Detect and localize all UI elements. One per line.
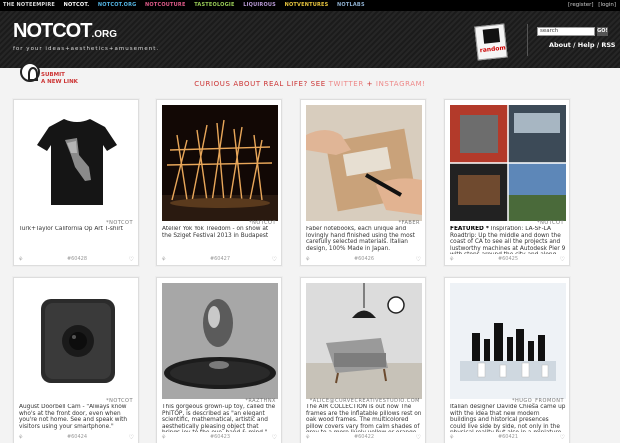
comment-icon[interactable]: ♡ [416,434,421,441]
post-description[interactable]: FEATURED * Inspiration: LA-SF-LA Roadtri… [450,226,566,254]
post-text: Faber notebooks, each unique and lovingl… [306,226,415,252]
banner-plus: + [366,80,374,88]
random-label: random [479,44,507,55]
post-text: Turk+Taylor California Op Art T-shirt [19,226,123,232]
post-text: Atelier Yok Yok Treedom - on show at the… [162,226,269,239]
site-logo[interactable]: NOTCOT.ORG [13,21,117,45]
nav-link-liquirous[interactable]: LIQUIROUS [243,2,276,8]
post-card[interactable]: *NOTCOT Turk+Taylor California Op Art T-… [13,99,139,266]
nav-link-noteempire[interactable]: THE NOTEEMPIRE [3,2,55,8]
post-description[interactable]: The AIR COLLECTION is out now The frames… [306,404,422,432]
post-card[interactable]: *NOTCOT August Doorbell Cam - "Always kn… [13,277,139,443]
instagram-link[interactable]: INSTAGRAM! [376,80,426,88]
post-number[interactable]: #60425 [445,256,571,262]
post-text: The AIR COLLECTION is out now The frames… [306,404,422,432]
site-tagline: for your ideas+aesthetics+amusement. [13,46,160,52]
network-nav: THE NOTEEMPIRE NOTCOT. NOTCOT.ORG NOTCOU… [3,2,372,9]
post-description[interactable]: Turk+Taylor California Op Art T-shirt [19,226,135,254]
roadtrip-image[interactable] [450,105,566,221]
nav-link-tasteologie[interactable]: TASTEOLOGIE [194,2,234,8]
nav-link-notcot[interactable]: NOTCOT. [64,2,90,8]
account-links: [register] [login] [565,1,616,9]
register-link[interactable]: [register] [568,2,594,8]
post-description[interactable]: Italian designer Davide Chiesa came up w… [450,404,566,432]
comment-icon[interactable]: ♡ [272,434,277,441]
post-text: This gorgeous grown-up toy, called the P… [162,404,276,432]
logo-suffix: .ORG [91,29,117,40]
post-card[interactable]: *NOTCOT FEATURED * Inspiration: LA-SF-LA… [444,99,570,266]
search-input[interactable]: search [537,27,595,36]
post-card[interactable]: *HUGO_FROMONT Italian designer Davide Ch… [444,277,570,443]
post-number[interactable]: #60423 [157,434,283,440]
post-card[interactable]: *NOTCOT Atelier Yok Yok Treedom - on sho… [156,99,282,266]
post-number[interactable]: #60421 [445,434,571,440]
post-number[interactable]: #60427 [157,256,283,262]
post-number[interactable]: #60426 [301,256,427,262]
post-description[interactable]: This gorgeous grown-up toy, called the P… [162,404,278,432]
login-link[interactable]: [login] [598,2,616,8]
search-go-button[interactable]: GO! [597,27,608,36]
comment-icon[interactable]: ♡ [416,256,421,263]
comment-icon[interactable]: ♡ [272,256,277,263]
post-text: August Doorbell Cam - "Always know who's… [19,404,128,430]
comment-icon[interactable]: ♡ [560,256,565,263]
post-text: Italian designer Davide Chiesa came up w… [450,404,566,432]
comment-icon[interactable]: ♡ [129,256,134,263]
random-button[interactable]: random [474,23,508,61]
submit-line-1: SUBMIT [41,72,65,78]
logo-text: NOTCOT [13,20,92,42]
tshirt-image[interactable] [19,105,135,221]
post-description[interactable]: August Doorbell Cam - "Always know who's… [19,404,135,432]
phitop-image[interactable] [162,283,278,399]
camera-icon [482,28,501,44]
post-card[interactable]: *ALICE@CURVECREATIVESTUDIO.COM The AIR C… [300,277,426,443]
doorbell-image[interactable] [19,283,135,399]
featured-label: FEATURED * [450,226,489,232]
post-number[interactable]: #60424 [14,434,140,440]
post-number[interactable]: #60422 [301,434,427,440]
about-help-rss-links[interactable]: About / Help / RSS [549,41,616,49]
notebook-image[interactable] [306,105,422,221]
comment-icon[interactable]: ♡ [560,434,565,441]
nav-link-notcouture[interactable]: NOTCOUTURE [145,2,186,8]
nav-link-notcot-org[interactable]: NOTCOT.ORG [98,2,137,8]
chair-image[interactable] [306,283,422,399]
banner-question: CURIOUS ABOUT REAL LIFE? SEE [194,80,326,88]
post-card[interactable]: *FABER Faber notebooks, each unique and … [300,99,426,266]
nav-link-notlabs[interactable]: NOTLABS [337,2,365,8]
header-divider [527,24,528,56]
chess-image[interactable] [450,283,566,399]
top-bar: THE NOTEEMPIRE NOTCOT. NOTCOT.ORG NOTCOU… [0,0,620,11]
twitter-link[interactable]: TWITTER [329,80,364,88]
post-description[interactable]: Faber notebooks, each unique and lovingl… [306,226,422,254]
post-number[interactable]: #60428 [14,256,140,262]
post-card[interactable]: *RAZTHNX This gorgeous grown-up toy, cal… [156,277,282,443]
installation-image[interactable] [162,105,278,221]
post-description[interactable]: Atelier Yok Yok Treedom - on show at the… [162,226,278,254]
nav-link-notventures[interactable]: NOTVENTURES [285,2,329,8]
social-banner: CURIOUS ABOUT REAL LIFE? SEE TWITTER + I… [0,79,620,89]
comment-icon[interactable]: ♡ [129,434,134,441]
